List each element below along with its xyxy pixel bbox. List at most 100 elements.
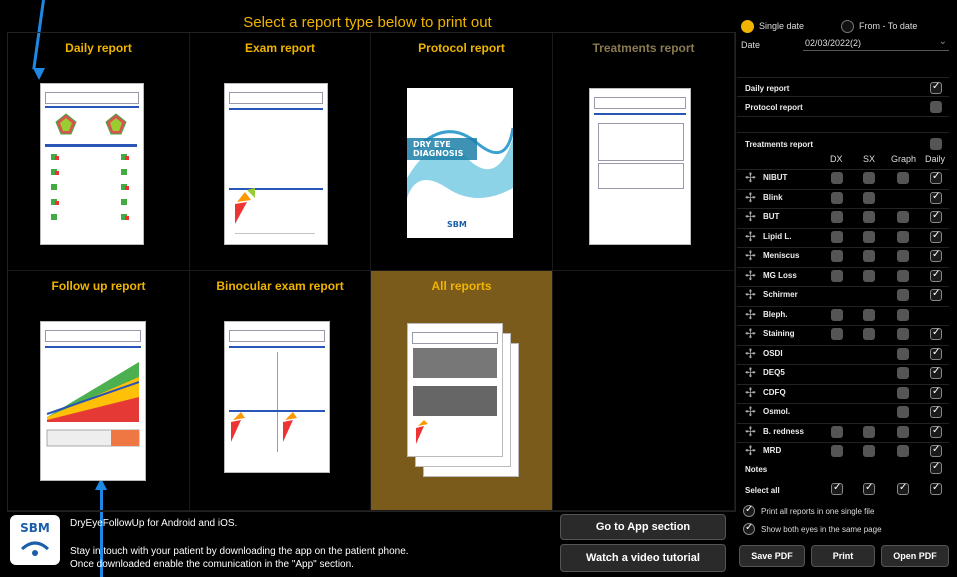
- report-tile-binocular[interactable]: Binocular exam report: [190, 271, 371, 511]
- select-all-sx[interactable]: [863, 482, 875, 495]
- select-all-graph[interactable]: [897, 482, 909, 495]
- move-handle-icon[interactable]: ✢: [745, 424, 756, 440]
- report-label: Follow up report: [51, 279, 146, 293]
- parameter-checkbox[interactable]: [863, 250, 875, 262]
- parameter-checkbox[interactable]: [897, 308, 909, 321]
- report-tile-follow-up[interactable]: Follow up report: [8, 271, 190, 511]
- move-handle-icon[interactable]: ✢: [745, 307, 756, 323]
- move-handle-icon[interactable]: ✢: [745, 209, 756, 225]
- parameter-checkbox[interactable]: [831, 211, 843, 223]
- move-handle-icon[interactable]: ✢: [745, 248, 756, 264]
- report-tile-empty: [553, 271, 735, 511]
- watch-video-button[interactable]: Watch a video tutorial: [560, 544, 726, 572]
- parameter-checkbox[interactable]: [930, 405, 942, 418]
- parameter-checkbox[interactable]: [831, 308, 843, 321]
- parameter-checkbox[interactable]: [863, 172, 875, 184]
- col-dx: DX: [830, 154, 843, 164]
- parameter-checkbox[interactable]: [863, 425, 875, 438]
- treatments-report-checkbox[interactable]: [930, 138, 942, 150]
- parameter-checkbox[interactable]: [897, 269, 909, 282]
- from-to-date-radio[interactable]: [841, 20, 854, 33]
- parameter-checkbox[interactable]: [897, 445, 909, 457]
- save-pdf-button[interactable]: Save PDF: [739, 545, 805, 567]
- report-tile-protocol[interactable]: Protocol report DRY EYE DIAGNOSIS SBM: [371, 33, 553, 271]
- parameter-checkbox[interactable]: [897, 211, 909, 223]
- daily-report-checkbox[interactable]: [930, 81, 942, 94]
- parameter-checkbox[interactable]: [930, 366, 942, 379]
- parameter-label: MRD: [763, 446, 782, 455]
- parameter-checkbox[interactable]: [930, 210, 942, 223]
- parameter-checkbox[interactable]: [930, 444, 942, 457]
- parameter-checkbox[interactable]: [930, 288, 942, 301]
- move-handle-icon[interactable]: ✢: [745, 287, 756, 303]
- parameter-checkbox[interactable]: [897, 386, 909, 399]
- parameter-checkbox[interactable]: [930, 269, 942, 282]
- move-handle-icon[interactable]: ✢: [745, 443, 756, 459]
- parameter-checkbox[interactable]: [930, 191, 942, 204]
- parameter-label: B. redness: [763, 426, 804, 436]
- parameter-checkbox[interactable]: [831, 230, 843, 243]
- report-tile-treatments[interactable]: Treatments report: [553, 33, 735, 271]
- parameter-checkbox[interactable]: [831, 191, 843, 204]
- row-divider: [737, 208, 949, 209]
- parameter-checkbox[interactable]: [831, 269, 843, 282]
- print-single-checkbox[interactable]: [743, 504, 755, 517]
- parameter-checkbox[interactable]: [897, 230, 909, 243]
- parameter-checkbox[interactable]: [897, 172, 909, 184]
- print-button[interactable]: Print: [811, 545, 875, 567]
- options-panel: Single date From - To date Date 02/03/20…: [737, 12, 949, 567]
- parameter-checkbox[interactable]: [897, 250, 909, 262]
- parameter-checkbox[interactable]: [930, 327, 942, 340]
- parameter-checkbox[interactable]: [930, 386, 942, 399]
- parameter-checkbox[interactable]: [897, 328, 909, 340]
- move-handle-icon[interactable]: ✢: [745, 170, 756, 186]
- parameter-checkbox[interactable]: [897, 406, 909, 418]
- report-tile-daily[interactable]: Daily report: [8, 33, 190, 271]
- select-all-dx[interactable]: [831, 482, 843, 495]
- date-select[interactable]: 02/03/2022(2) ⌄: [803, 36, 949, 51]
- row-divider: [737, 325, 949, 326]
- single-date-radio[interactable]: [741, 20, 754, 33]
- parameter-checkbox[interactable]: [930, 249, 942, 262]
- select-all-daily[interactable]: [930, 482, 942, 495]
- move-handle-icon[interactable]: ✢: [745, 404, 756, 420]
- parameter-checkbox[interactable]: [897, 425, 909, 438]
- protocol-report-option: Protocol report: [745, 103, 803, 112]
- go-app-button[interactable]: Go to App section: [560, 514, 726, 540]
- report-tile-exam[interactable]: Exam report: [190, 33, 371, 271]
- move-handle-icon[interactable]: ✢: [745, 229, 756, 245]
- parameter-checkbox[interactable]: [930, 171, 942, 184]
- parameter-checkbox[interactable]: [863, 328, 875, 340]
- protocol-report-checkbox[interactable]: [930, 101, 942, 113]
- parameter-checkbox[interactable]: [863, 230, 875, 243]
- parameter-checkbox[interactable]: [897, 289, 909, 301]
- parameter-checkbox[interactable]: [831, 445, 843, 457]
- parameter-checkbox[interactable]: [930, 425, 942, 438]
- notes-checkbox[interactable]: [930, 461, 942, 474]
- report-tile-all[interactable]: All reports: [371, 271, 553, 511]
- parameter-checkbox[interactable]: [831, 328, 843, 340]
- follow-up-report-preview: [40, 321, 146, 481]
- parameter-checkbox[interactable]: [897, 367, 909, 379]
- move-handle-icon[interactable]: ✢: [745, 365, 756, 381]
- row-divider: [737, 286, 949, 287]
- move-handle-icon[interactable]: ✢: [745, 268, 756, 284]
- parameter-checkbox[interactable]: [863, 308, 875, 321]
- parameter-checkbox[interactable]: [831, 425, 843, 438]
- parameter-checkbox[interactable]: [831, 250, 843, 262]
- move-handle-icon[interactable]: ✢: [745, 385, 756, 401]
- parameter-checkbox[interactable]: [863, 269, 875, 282]
- open-pdf-button[interactable]: Open PDF: [881, 545, 949, 567]
- parameter-checkbox[interactable]: [831, 172, 843, 184]
- show-both-checkbox[interactable]: [743, 522, 755, 535]
- parameter-checkbox[interactable]: [863, 191, 875, 204]
- parameter-checkbox[interactable]: [930, 230, 942, 243]
- move-handle-icon[interactable]: ✢: [745, 346, 756, 362]
- report-grid: Daily report Exam report Protocol report…: [7, 32, 736, 512]
- parameter-checkbox[interactable]: [863, 211, 875, 223]
- parameter-checkbox[interactable]: [863, 445, 875, 457]
- parameter-checkbox[interactable]: [930, 347, 942, 360]
- move-handle-icon[interactable]: ✢: [745, 190, 756, 206]
- move-handle-icon[interactable]: ✢: [745, 326, 756, 342]
- parameter-checkbox[interactable]: [897, 347, 909, 360]
